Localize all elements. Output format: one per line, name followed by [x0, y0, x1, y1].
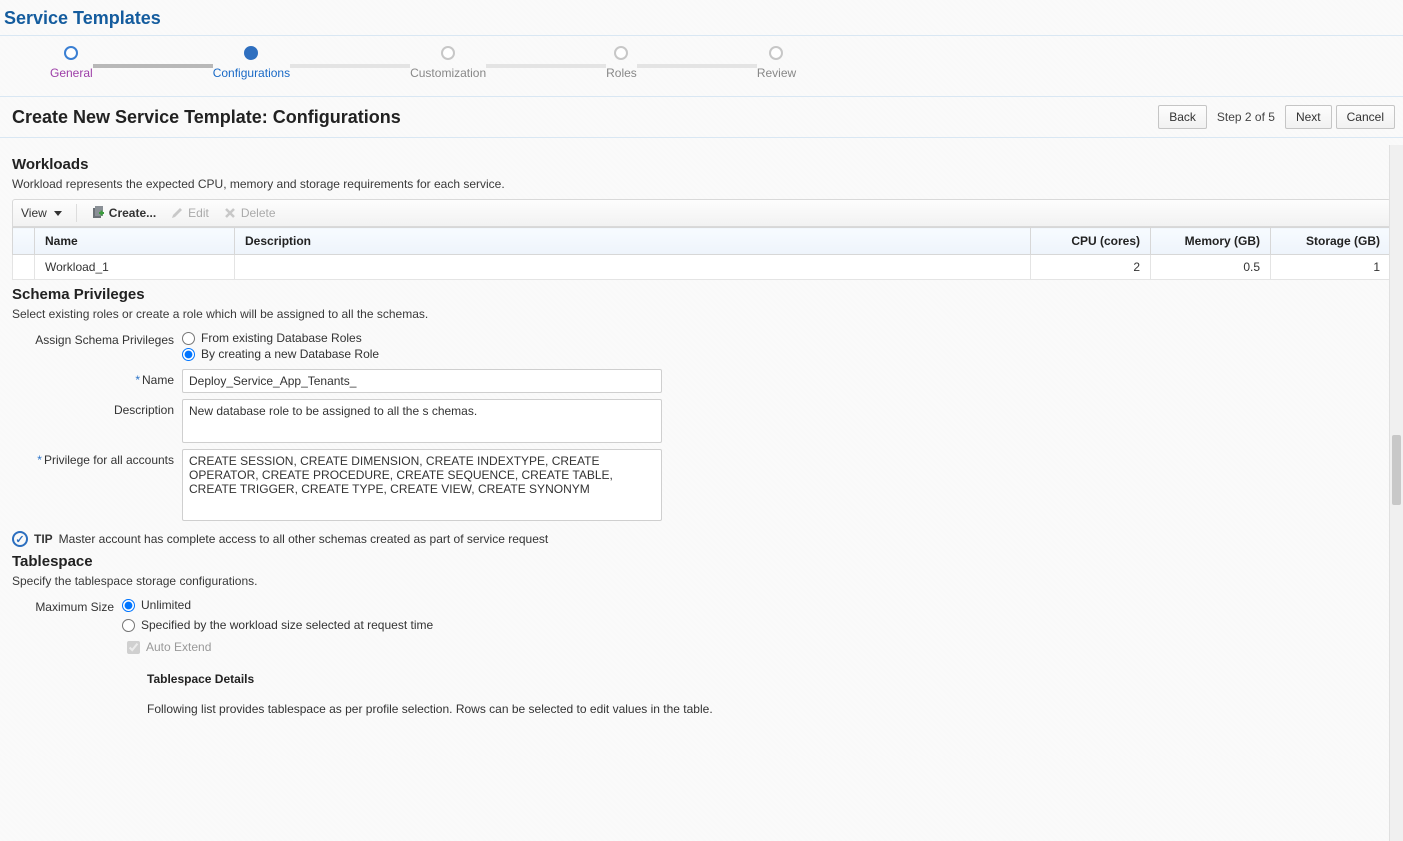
- workloads-toolbar: View Create... Edit Delete: [12, 199, 1391, 227]
- max-size-label: Maximum Size: [12, 596, 122, 614]
- wizard-circle-icon: [441, 46, 455, 60]
- workloads-desc: Workload represents the expected CPU, me…: [12, 177, 1391, 191]
- radio-specified[interactable]: Specified by the workload size selected …: [122, 618, 433, 632]
- wizard-step-configurations[interactable]: Configurations: [213, 46, 290, 80]
- workloads-title: Workloads: [12, 156, 1391, 173]
- assign-privileges-label: Assign Schema Privileges: [12, 329, 182, 347]
- wizard-circle-icon: [769, 46, 783, 60]
- radio-existing-roles-label: From existing Database Roles: [201, 331, 362, 345]
- tip-icon: ✓: [12, 531, 28, 547]
- description-label: Description: [12, 399, 182, 417]
- create-button[interactable]: Create...: [91, 206, 156, 220]
- wizard-label: Customization: [410, 66, 486, 80]
- table-row[interactable]: Workload_1 2 0.5 1: [13, 255, 1391, 280]
- radio-unlimited[interactable]: Unlimited: [122, 598, 433, 612]
- cell-cpu: 2: [1031, 255, 1151, 280]
- cell-storage: 1: [1271, 255, 1391, 280]
- wizard-circle-icon: [64, 46, 78, 60]
- x-icon: [223, 206, 237, 220]
- tip-label: TIP: [34, 532, 53, 546]
- table-header-row: Name Description CPU (cores) Memory (GB)…: [13, 228, 1391, 255]
- chevron-down-icon: [54, 211, 62, 216]
- content-scroll: Workloads Workload represents the expect…: [0, 138, 1403, 756]
- radio-new-role[interactable]: By creating a new Database Role: [182, 347, 379, 361]
- subheader: Create New Service Template: Configurati…: [0, 96, 1403, 138]
- workloads-table: Name Description CPU (cores) Memory (GB)…: [12, 227, 1391, 280]
- wizard-line: [486, 64, 606, 68]
- tablespace-title: Tablespace: [12, 553, 1391, 570]
- tablespace-details-desc: Following list provides tablespace as pe…: [147, 702, 1391, 716]
- wizard-step-general[interactable]: General: [50, 46, 93, 80]
- wizard-step-roles[interactable]: Roles: [606, 46, 637, 80]
- cell-memory: 0.5: [1151, 255, 1271, 280]
- tip-text: Master account has complete access to al…: [59, 532, 549, 546]
- schema-desc: Select existing roles or create a role w…: [12, 307, 1391, 321]
- auto-extend-input: [127, 641, 140, 654]
- privilege-label: *Privilege for all accounts: [12, 449, 182, 467]
- radio-unlimited-input[interactable]: [122, 599, 135, 612]
- col-blank: [13, 228, 35, 255]
- subheader-title: Create New Service Template: Configurati…: [12, 107, 401, 128]
- schema-title: Schema Privileges: [12, 286, 1391, 303]
- col-memory[interactable]: Memory (GB): [1151, 228, 1271, 255]
- radio-specified-label: Specified by the workload size selected …: [141, 618, 433, 632]
- toolbar-divider: [76, 204, 77, 222]
- privilege-input[interactable]: CREATE SESSION, CREATE DIMENSION, CREATE…: [182, 449, 662, 521]
- wizard-circle-icon: [244, 46, 258, 60]
- wizard-label: Configurations: [213, 66, 290, 80]
- col-description[interactable]: Description: [235, 228, 1031, 255]
- step-counter: Step 2 of 5: [1211, 110, 1281, 124]
- delete-label: Delete: [241, 206, 276, 220]
- wizard-step-customization[interactable]: Customization: [410, 46, 486, 80]
- tablespace-desc: Specify the tablespace storage configura…: [12, 574, 1391, 588]
- wizard-circle-icon: [614, 46, 628, 60]
- auto-extend-checkbox: Auto Extend: [127, 640, 1391, 654]
- radio-unlimited-label: Unlimited: [141, 598, 191, 612]
- radio-specified-input[interactable]: [122, 619, 135, 632]
- view-menu[interactable]: View: [21, 206, 62, 220]
- page-title: Service Templates: [0, 0, 1403, 35]
- radio-existing-roles[interactable]: From existing Database Roles: [182, 331, 379, 345]
- create-icon: [91, 206, 105, 220]
- wizard-line: [290, 64, 410, 68]
- next-button[interactable]: Next: [1285, 105, 1332, 129]
- radio-new-role-label: By creating a new Database Role: [201, 347, 379, 361]
- name-label: *Name: [12, 369, 182, 387]
- scrollbar[interactable]: [1389, 145, 1403, 841]
- tip-row: ✓ TIP Master account has complete access…: [12, 531, 1391, 547]
- auto-extend-label: Auto Extend: [146, 640, 211, 654]
- scrollbar-thumb[interactable]: [1392, 435, 1401, 505]
- radio-new-role-input[interactable]: [182, 348, 195, 361]
- wizard-label: General: [50, 66, 93, 80]
- col-cpu[interactable]: CPU (cores): [1031, 228, 1151, 255]
- wizard-line: [637, 64, 757, 68]
- wizard-step-review[interactable]: Review: [757, 46, 796, 80]
- cancel-button[interactable]: Cancel: [1336, 105, 1395, 129]
- pencil-icon: [170, 206, 184, 220]
- tablespace-details-title: Tablespace Details: [147, 672, 1391, 686]
- delete-button: Delete: [223, 206, 276, 220]
- col-storage[interactable]: Storage (GB): [1271, 228, 1391, 255]
- edit-label: Edit: [188, 206, 209, 220]
- col-name[interactable]: Name: [35, 228, 235, 255]
- role-description-input[interactable]: New database role to be assigned to all …: [182, 399, 662, 443]
- back-button[interactable]: Back: [1158, 105, 1207, 129]
- create-label: Create...: [109, 206, 156, 220]
- cell-description: [235, 255, 1031, 280]
- wizard-label: Review: [757, 66, 796, 80]
- role-name-input[interactable]: [182, 369, 662, 393]
- radio-existing-roles-input[interactable]: [182, 332, 195, 345]
- wizard-line: [93, 64, 213, 68]
- cell-name: Workload_1: [35, 255, 235, 280]
- wizard-bar: General Configurations Customization Rol…: [0, 35, 1403, 86]
- wizard-label: Roles: [606, 66, 637, 80]
- edit-button: Edit: [170, 206, 209, 220]
- view-label: View: [21, 206, 47, 220]
